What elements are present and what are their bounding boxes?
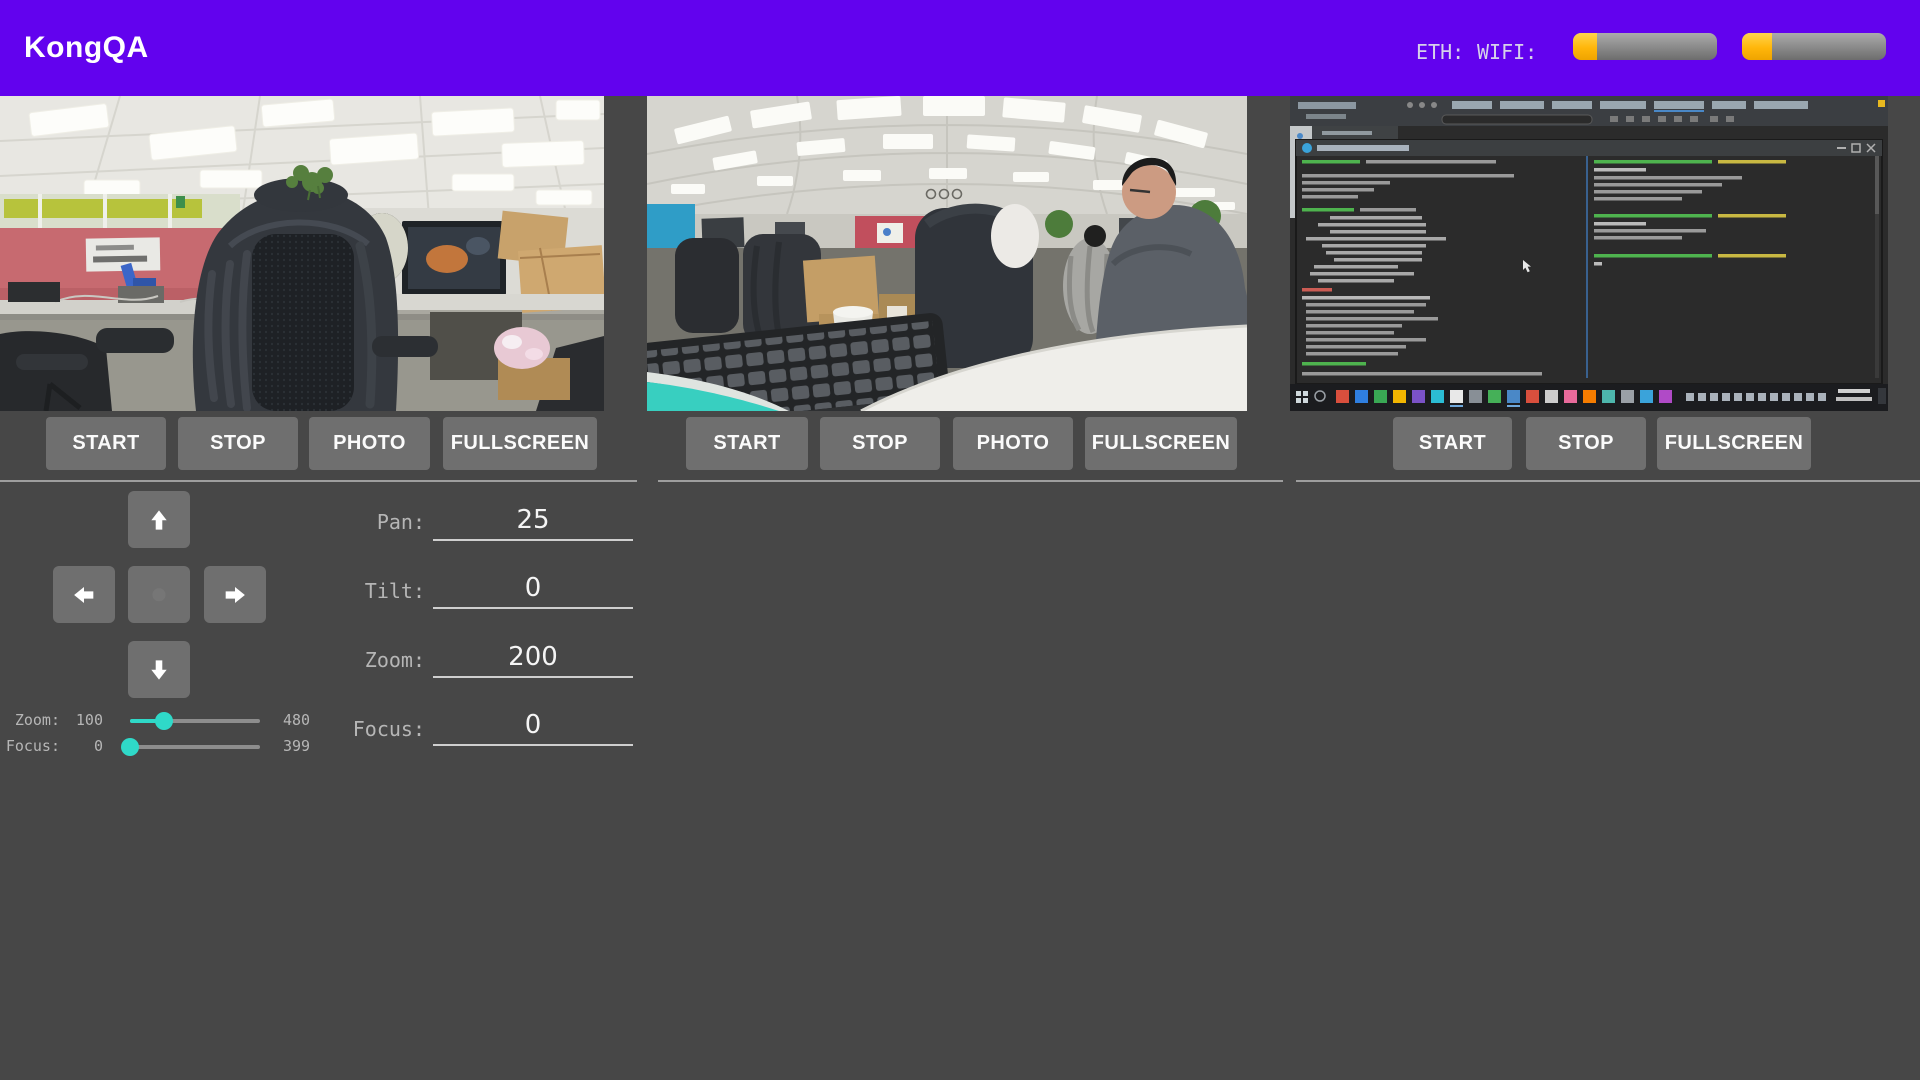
pan-up-button[interactable] [128, 491, 190, 548]
camera-3-divider [1296, 480, 1920, 482]
zoom-slider-min: 100 [60, 711, 103, 729]
zoom-slider-thumb[interactable] [155, 712, 173, 730]
camera-1-view [0, 96, 604, 411]
arrow-right-icon [218, 578, 252, 612]
zoom-field-label: Zoom: [330, 648, 425, 672]
pan-left-button[interactable] [53, 566, 115, 623]
camera-3-start-button[interactable]: START [1393, 417, 1512, 470]
focus-slider-thumb[interactable] [121, 738, 139, 756]
camera-3-fullscreen-button[interactable]: FULLSCREEN [1657, 417, 1811, 470]
app-title: KongQA [24, 31, 149, 65]
camera-1-start-button[interactable]: START [46, 417, 166, 470]
wifi-signal-bar [1742, 33, 1886, 60]
zoom-slider-label: Zoom: [0, 711, 60, 729]
focus-slider-min: 0 [60, 737, 103, 755]
eth-signal-fill [1573, 33, 1597, 60]
camera-2-photo-button[interactable]: PHOTO [953, 417, 1073, 470]
wifi-label: WIFI: [1477, 40, 1537, 64]
camera-3-scene [1290, 96, 1888, 411]
home-icon [142, 578, 176, 612]
focus-slider-label: Focus: [0, 737, 60, 755]
tilt-field-label: Tilt: [330, 579, 425, 603]
app-header: KongQA ETH: WIFI: [0, 0, 1920, 96]
focus-field-label: Focus: [330, 717, 425, 741]
arrow-left-icon [67, 578, 101, 612]
camera-1-photo-button[interactable]: PHOTO [309, 417, 430, 470]
arrow-down-icon [142, 653, 176, 687]
wifi-signal-fill [1742, 33, 1772, 60]
camera-3-stop-button[interactable]: STOP [1526, 417, 1646, 470]
pan-right-button[interactable] [204, 566, 266, 623]
pan-field-input[interactable] [433, 501, 633, 541]
zoom-slider-track[interactable] [130, 719, 260, 723]
arrow-up-icon [142, 503, 176, 537]
eth-label: ETH: [1416, 40, 1464, 64]
focus-slider-max: 399 [283, 737, 309, 755]
camera-3-view [1290, 96, 1888, 411]
zoom-slider-max: 480 [283, 711, 309, 729]
camera-2-stop-button[interactable]: STOP [820, 417, 940, 470]
camera-2-scene [647, 96, 1247, 411]
tilt-field-input[interactable] [433, 569, 633, 609]
zoom-field-input[interactable] [433, 638, 633, 678]
focus-field-input[interactable] [433, 706, 633, 746]
eth-signal-bar [1573, 33, 1717, 60]
pan-field-label: Pan: [330, 510, 425, 534]
kongqa-app: KongQA ETH: WIFI: [0, 0, 1920, 1080]
camera-1-divider [0, 480, 637, 482]
camera-1-stop-button[interactable]: STOP [178, 417, 298, 470]
pan-home-button[interactable] [128, 566, 190, 623]
camera-2-view [647, 96, 1247, 411]
camera-1-scene [0, 96, 604, 411]
focus-slider-track[interactable] [130, 745, 260, 749]
camera-2-start-button[interactable]: START [686, 417, 808, 470]
pan-down-button[interactable] [128, 641, 190, 698]
camera-2-fullscreen-button[interactable]: FULLSCREEN [1085, 417, 1237, 470]
camera-2-divider [658, 480, 1283, 482]
camera-1-fullscreen-button[interactable]: FULLSCREEN [443, 417, 597, 470]
